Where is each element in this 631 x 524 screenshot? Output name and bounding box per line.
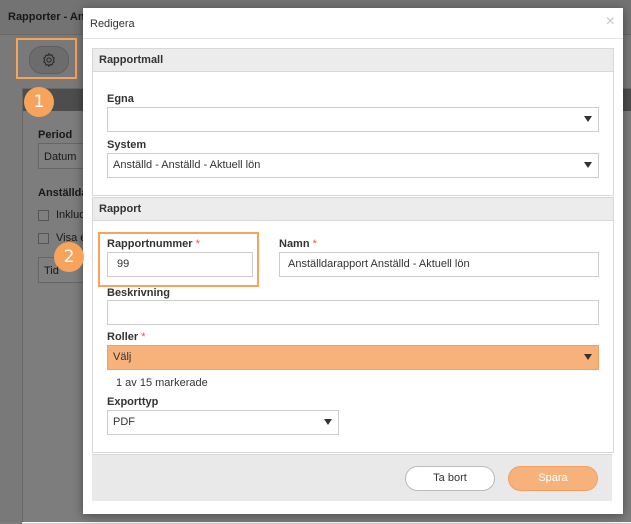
- system-template-select[interactable]: Anställd - Anställd - Aktuell lön: [107, 153, 599, 178]
- report-section-heading: Rapport: [93, 198, 613, 221]
- roles-label: Roller *: [107, 331, 146, 343]
- required-marker: *: [312, 238, 317, 250]
- name-input[interactable]: Anställdarapport Anställd - Aktuell lön: [279, 252, 599, 277]
- chevron-down-icon: [584, 162, 592, 168]
- settings-highlight-box: [16, 38, 77, 79]
- report-number-highlight-box: [98, 232, 259, 287]
- callout-badge-2: 2: [54, 242, 84, 272]
- chevron-down-icon: [324, 419, 332, 425]
- save-button[interactable]: Spara: [508, 466, 598, 491]
- own-template-select[interactable]: [107, 107, 599, 132]
- template-section: Rapportmall Egna System Anställd - Anstä…: [92, 48, 614, 196]
- description-input[interactable]: [107, 300, 599, 325]
- delete-button[interactable]: Ta bort: [405, 466, 495, 491]
- callout-badge-1: 1: [24, 87, 54, 117]
- chevron-down-icon: [584, 354, 592, 360]
- close-icon[interactable]: ×: [606, 13, 615, 31]
- export-type-value: PDF: [113, 416, 135, 428]
- roles-label-text: Roller: [107, 331, 139, 343]
- template-section-heading: Rapportmall: [93, 49, 613, 72]
- dialog-footer: Ta bort Spara: [92, 454, 612, 501]
- own-template-label: Egna: [107, 93, 134, 105]
- roles-select[interactable]: Välj: [107, 345, 599, 370]
- roles-value: Välj: [113, 351, 132, 363]
- chevron-down-icon: [584, 116, 592, 122]
- system-template-value: Anställd - Anställd - Aktuell lön: [113, 159, 261, 171]
- system-template-label: System: [107, 139, 147, 151]
- required-marker: *: [141, 331, 146, 343]
- export-type-label: Exporttyp: [107, 396, 159, 408]
- export-type-select[interactable]: PDF: [107, 410, 339, 435]
- dialog-header: Redigera ×: [83, 8, 623, 39]
- roles-selected-count: 1 av 15 markerade: [116, 377, 208, 389]
- name-label-text: Namn: [279, 238, 310, 250]
- dialog-title: Redigera: [90, 18, 135, 30]
- name-label: Namn *: [279, 238, 317, 250]
- description-label: Beskrivning: [107, 287, 170, 299]
